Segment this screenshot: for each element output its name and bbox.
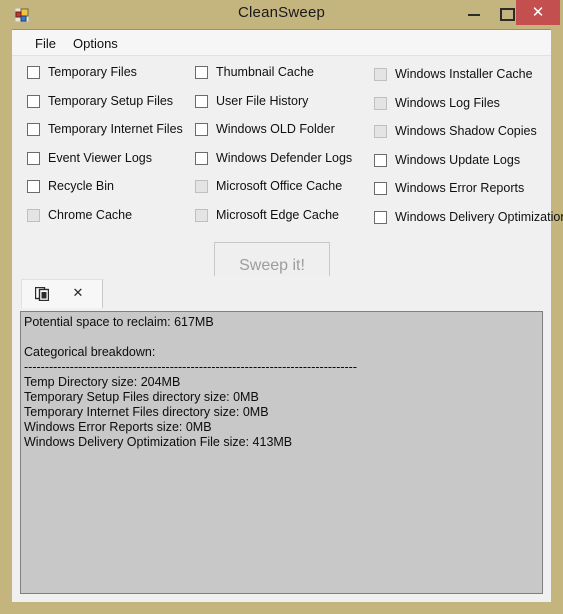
output-line: Temporary Setup Files directory size: 0M…: [24, 390, 259, 404]
minimize-icon: [468, 14, 480, 16]
checkbox-label: Temporary Internet Files: [48, 122, 183, 137]
checkbox-label: Event Viewer Logs: [48, 150, 152, 165]
minimize-button[interactable]: [457, 0, 491, 25]
checkbox-windows-defender-logs[interactable]: [195, 151, 208, 165]
output-textarea[interactable]: Potential space to reclaim: 617MB Catego…: [20, 311, 543, 594]
checkbox-temporary-setup-files[interactable]: [27, 94, 40, 108]
checkbox-label: Chrome Cache: [48, 208, 133, 222]
output-line: Potential space to reclaim: 617MB: [24, 315, 214, 329]
checkbox-label: Recycle Bin: [48, 179, 114, 194]
checkbox-label: Microsoft Edge Cache: [216, 208, 339, 222]
checkbox-label: Windows Error Reports: [395, 181, 525, 196]
checkbox-label: Temporary Setup Files: [48, 93, 174, 108]
checkbox-label: Windows Shadow Copies: [395, 124, 537, 139]
close-button[interactable]: ✕: [516, 0, 560, 25]
menu-bar: File Options: [12, 30, 551, 56]
output-line: Temp Directory size: 204MB: [24, 375, 181, 389]
checkbox-thumbnail-cache[interactable]: [195, 66, 208, 79]
checkbox-temporary-files[interactable]: [27, 66, 40, 79]
checkbox-label: Windows Installer Cache: [395, 67, 533, 81]
checkbox-windows-installer-cache: [374, 68, 387, 81]
output-line: Temporary Internet Files directory size:…: [24, 405, 269, 419]
checkbox-temporary-internet-files[interactable]: [27, 123, 40, 137]
checkbox-label: Windows Defender Logs: [216, 150, 353, 165]
checkbox-recycle-bin[interactable]: [27, 180, 40, 194]
title-bar[interactable]: CleanSweep ✕: [0, 0, 563, 29]
copy-icon[interactable]: [34, 286, 50, 302]
tab-close-icon[interactable]: ✕: [69, 283, 87, 303]
checkbox-label: Microsoft Office Cache: [216, 179, 343, 194]
menu-item-options[interactable]: Options: [66, 34, 125, 53]
menu-item-file[interactable]: File: [28, 34, 63, 53]
checkbox-label: Windows Update Logs: [395, 152, 521, 167]
checkbox-label: Windows OLD Folder: [216, 122, 335, 137]
checkbox-label: User File History: [216, 93, 309, 108]
checkbox-windows-delivery-optimization[interactable]: [374, 211, 387, 224]
checkbox-chrome-cache: [27, 209, 40, 222]
close-icon: ✕: [531, 4, 545, 21]
checkbox-windows-error-reports[interactable]: [374, 182, 387, 196]
application-window: CleanSweep ✕ File Options Temporary File…: [0, 0, 563, 614]
checkbox-windows-old-folder[interactable]: [195, 123, 208, 137]
checkbox-microsoft-office-cache: [195, 180, 208, 194]
output-line: Categorical breakdown:: [24, 345, 156, 359]
output-content: Potential space to reclaim: 617MB Catego…: [24, 315, 536, 450]
maximize-icon: [500, 8, 515, 21]
output-line: Windows Delivery Optimization File size:…: [24, 435, 293, 449]
checkbox-windows-update-logs[interactable]: [374, 153, 387, 167]
checkbox-label: Temporary Files: [48, 65, 137, 79]
checkbox-microsoft-edge-cache: [195, 209, 208, 222]
checkbox-windows-shadow-copies: [374, 125, 387, 139]
output-line: Windows Error Reports size: 0MB: [24, 420, 212, 434]
tab-strip: ✕: [12, 276, 551, 309]
checkbox-windows-log-files: [374, 96, 387, 110]
output-line: ----------------------------------------…: [24, 360, 358, 374]
checkbox-label: Windows Delivery Optimization: [395, 210, 563, 224]
checkbox-event-viewer-logs[interactable]: [27, 151, 40, 165]
client-area: File Options Temporary Files Temporary Se…: [12, 29, 563, 602]
results-tab[interactable]: ✕: [21, 279, 103, 308]
checkbox-user-file-history[interactable]: [195, 94, 208, 108]
checkbox-label: Windows Log Files: [395, 95, 500, 110]
checkbox-label: Thumbnail Cache: [216, 65, 314, 79]
